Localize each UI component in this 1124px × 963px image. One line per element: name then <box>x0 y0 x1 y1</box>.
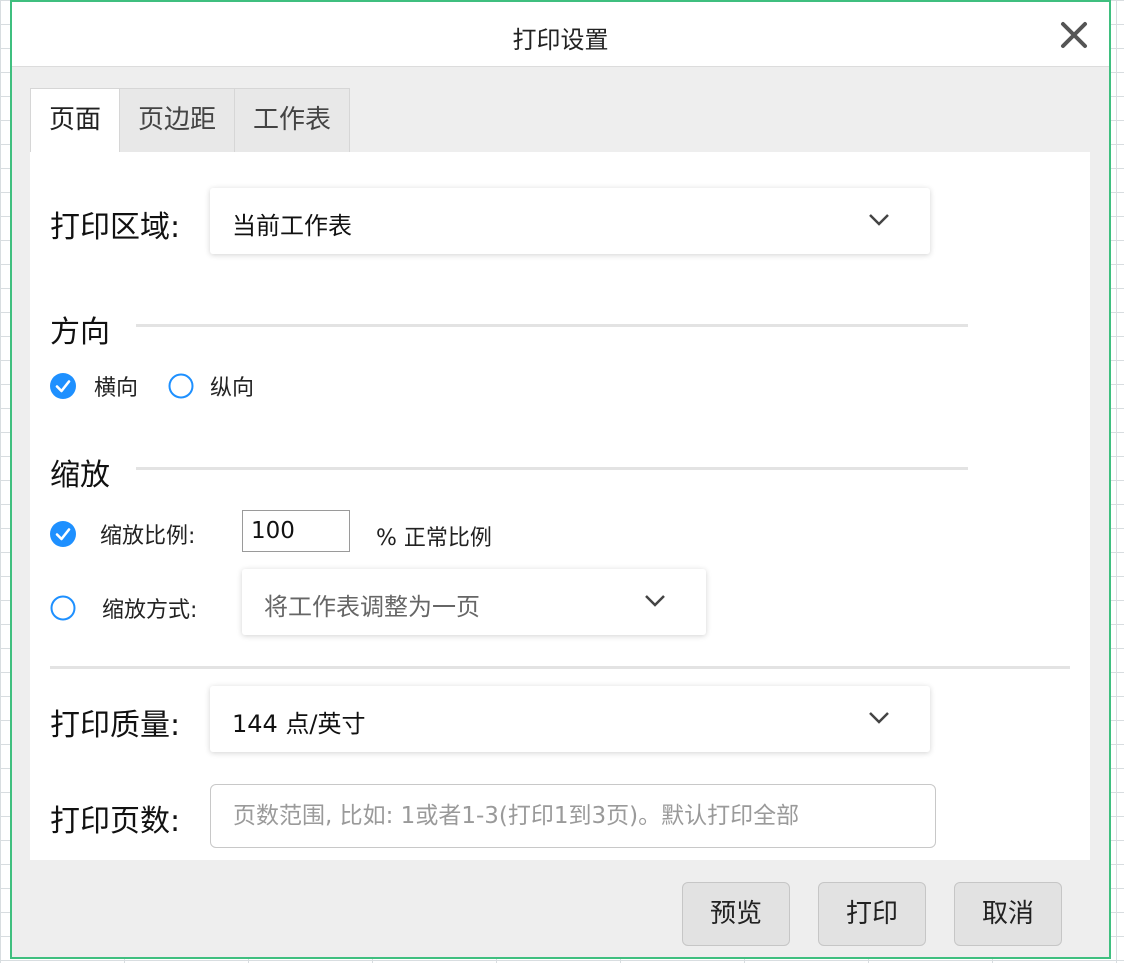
print-settings-dialog: 打印设置 页面 页边距 工作表 打印区域: 当前工作表 方向 横向 纵向 缩放 … <box>10 0 1111 959</box>
radio-checked-icon[interactable] <box>50 373 76 399</box>
radio-unchecked-icon[interactable] <box>168 373 194 399</box>
scale-title: 缩放 <box>50 458 110 493</box>
scale-ratio-suffix: % 正常比例 <box>376 526 492 551</box>
print-quality-value: 144 点/英寸 <box>232 710 366 738</box>
scale-mode-value: 将工作表调整为一页 <box>264 593 480 621</box>
print-quality-label: 打印质量: <box>50 708 181 743</box>
tab-margins[interactable]: 页边距 <box>120 88 236 152</box>
scale-ratio-input[interactable] <box>242 510 350 552</box>
dialog-title: 打印设置 <box>512 26 609 54</box>
scale-divider <box>136 467 968 470</box>
close-icon[interactable] <box>1059 20 1089 50</box>
print-area-label: 打印区域: <box>50 210 181 245</box>
print-pages-label: 打印页数: <box>50 804 181 839</box>
scale-mode-label: 缩放方式: <box>102 598 198 623</box>
print-area-select[interactable]: 当前工作表 <box>210 188 930 254</box>
chevron-down-icon <box>868 212 890 231</box>
preview-button[interactable]: 预览 <box>682 882 790 946</box>
orientation-landscape-label: 横向 <box>94 376 139 401</box>
orientation-divider <box>136 324 968 327</box>
print-pages-input[interactable] <box>210 784 936 848</box>
dialog-titlebar: 打印设置 <box>12 2 1109 67</box>
print-button[interactable]: 打印 <box>818 882 926 946</box>
scale-ratio-label: 缩放比例: <box>100 524 196 549</box>
chevron-down-icon <box>868 710 890 729</box>
chevron-down-icon <box>644 593 666 612</box>
print-area-value: 当前工作表 <box>232 212 352 240</box>
scale-ratio-row: 缩放比例: <box>50 518 195 550</box>
radio-checked-icon[interactable] <box>50 521 76 547</box>
orientation-options: 横向 纵向 <box>50 370 254 402</box>
tab-page[interactable]: 页面 <box>30 88 121 152</box>
print-quality-select[interactable]: 144 点/英寸 <box>210 686 930 752</box>
scale-mode-select[interactable]: 将工作表调整为一页 <box>242 569 706 635</box>
radio-unchecked-icon[interactable] <box>50 595 76 621</box>
tab-worksheet[interactable]: 工作表 <box>235 88 351 152</box>
tab-panel-page: 打印区域: 当前工作表 方向 横向 纵向 缩放 缩放比例: 100 % 正常比例… <box>30 152 1090 860</box>
cancel-button[interactable]: 取消 <box>954 882 1062 946</box>
section-divider <box>50 666 1070 669</box>
orientation-portrait-label: 纵向 <box>210 376 255 401</box>
scale-mode-row: 缩放方式: <box>50 592 197 624</box>
tab-bar: 页面 页边距 工作表 <box>30 88 351 152</box>
orientation-title: 方向 <box>50 315 110 350</box>
